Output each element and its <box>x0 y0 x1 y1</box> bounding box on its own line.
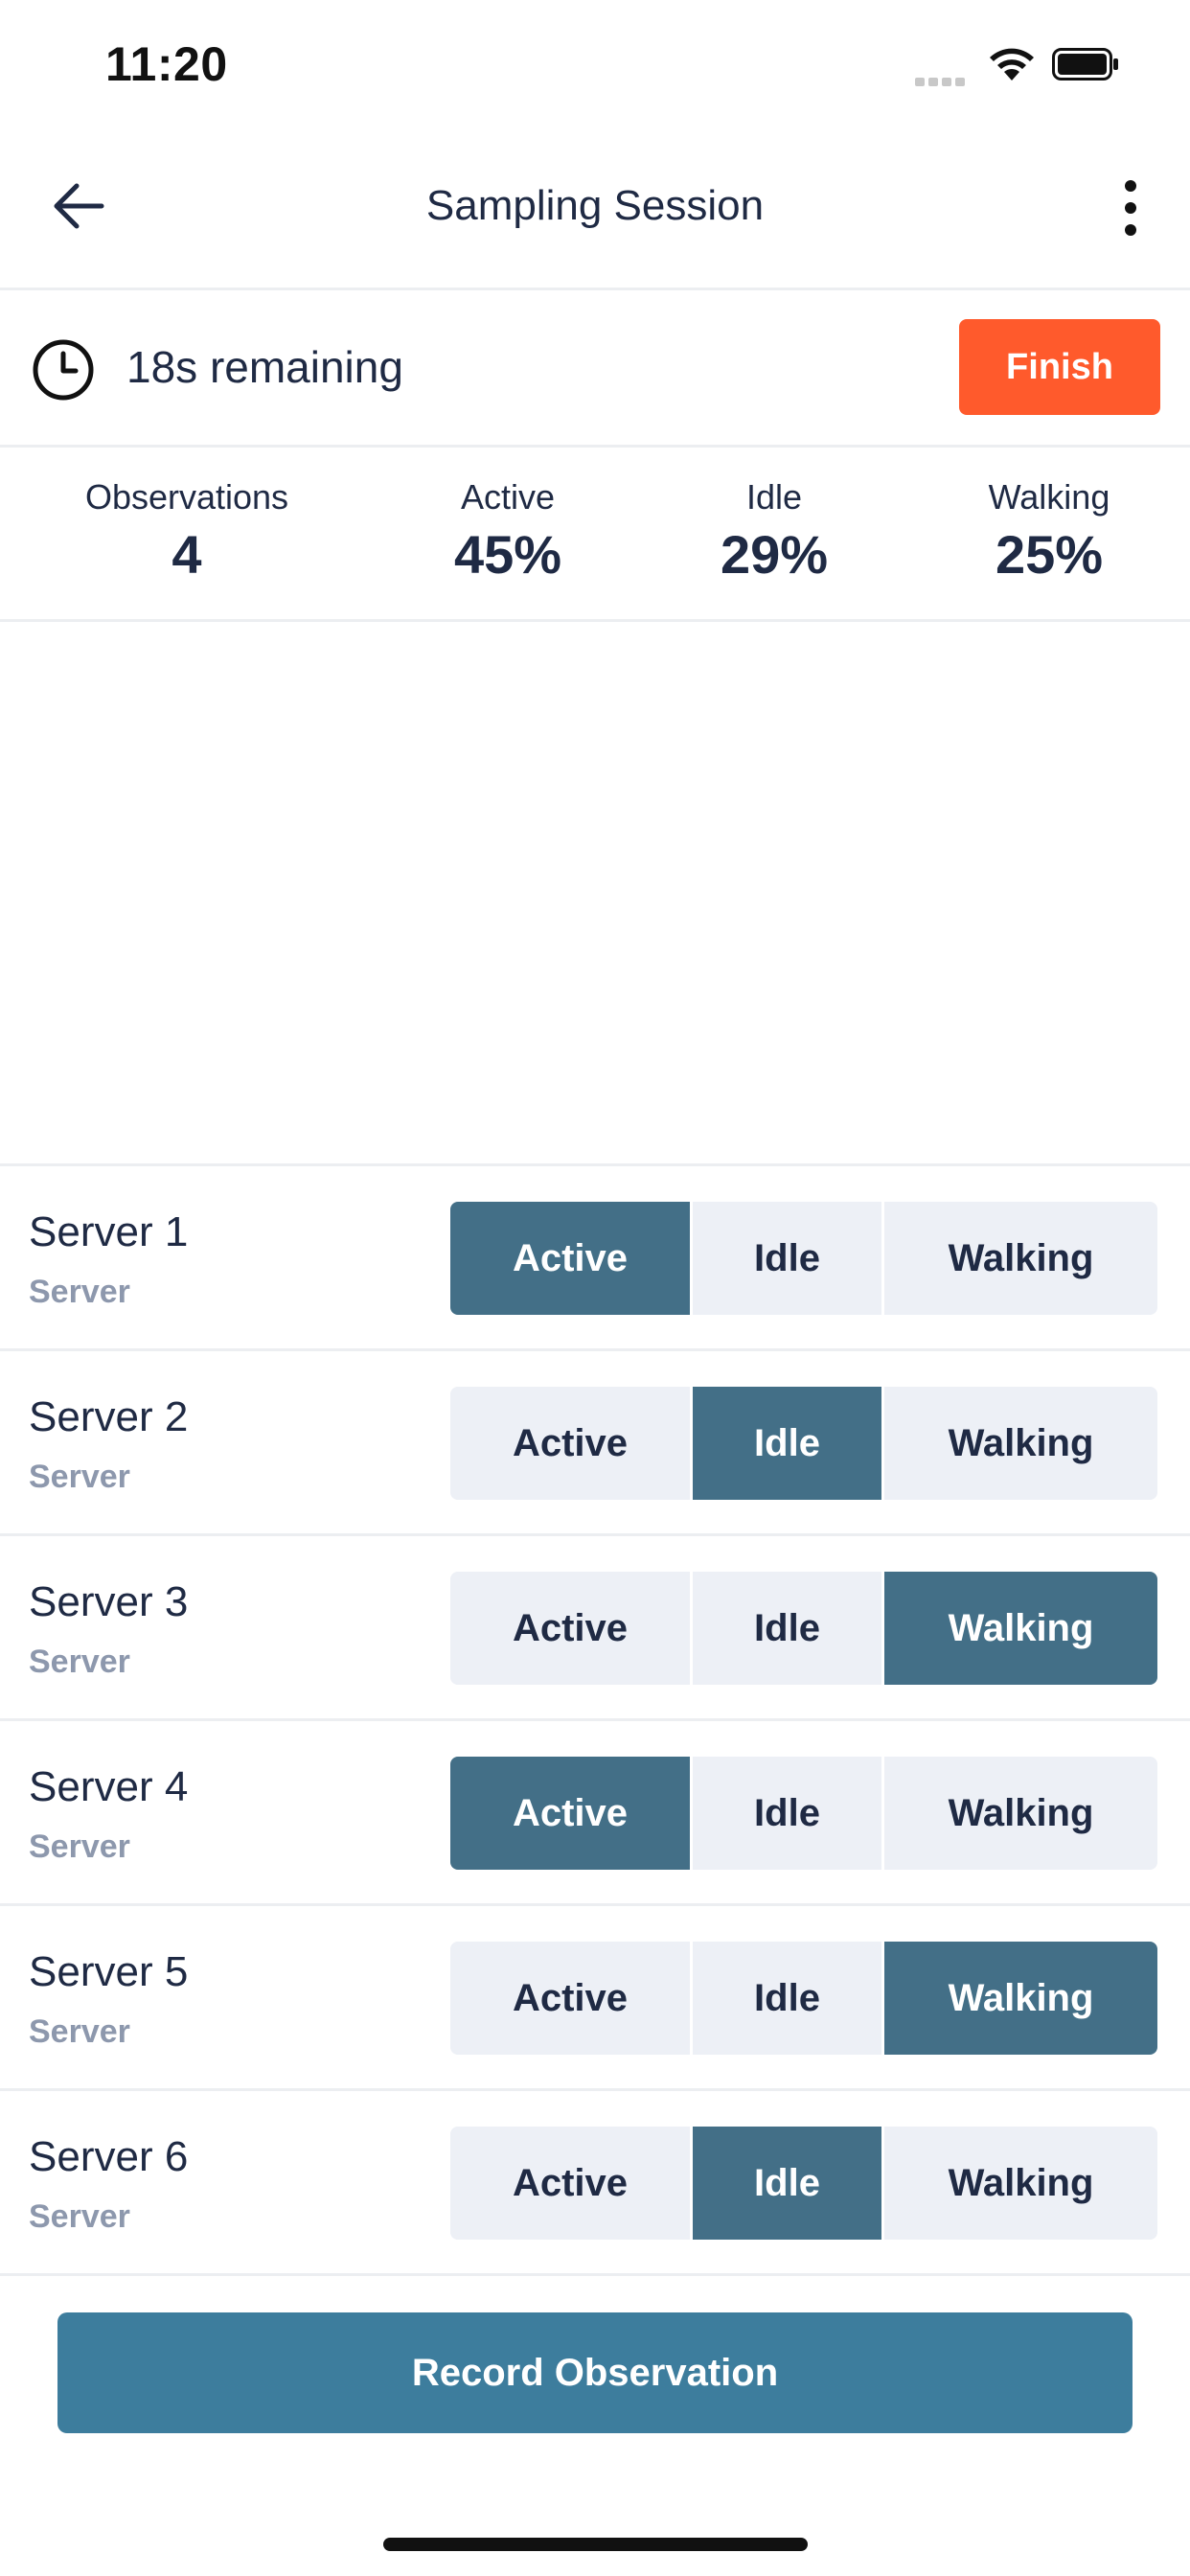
server-name: Server 6 <box>29 2133 189 2180</box>
status-segmented-control: Active Idle Walking <box>450 1202 1157 1315</box>
stat-walking: Walking 25% <box>944 477 1155 586</box>
segment-idle-button[interactable]: Idle <box>693 1387 884 1500</box>
segment-walking-button[interactable]: Walking <box>884 1942 1157 2055</box>
segment-walking-button[interactable]: Walking <box>884 1572 1157 1685</box>
status-segmented-control: Active Idle Walking <box>450 1387 1157 1500</box>
segment-walking-button[interactable]: Walking <box>884 1387 1157 1500</box>
segment-active-button[interactable]: Active <box>450 2127 693 2240</box>
stat-label: Observations <box>84 477 289 517</box>
server-type: Server <box>29 1274 130 1310</box>
server-type: Server <box>29 2198 130 2235</box>
server-row: Server 5 Server Active Idle Walking <box>0 1903 1190 2088</box>
stat-value: 25% <box>995 524 1104 585</box>
status-time: 11:20 <box>105 37 228 91</box>
battery-icon <box>1052 48 1118 80</box>
server-row: Server 4 Server Active Idle Walking <box>0 1718 1190 1903</box>
finish-button[interactable]: Finish <box>959 319 1160 415</box>
server-row: Server 6 Server Active Idle Walking <box>0 2088 1190 2276</box>
server-name: Server 5 <box>29 1948 189 1995</box>
time-remaining: 18s remaining <box>126 342 403 392</box>
segment-walking-button[interactable]: Walking <box>884 2127 1157 2240</box>
stat-observations: Observations 4 <box>43 477 331 586</box>
stat-value: 4 <box>172 524 202 585</box>
stat-value: 29% <box>720 524 829 585</box>
stat-label: Walking <box>988 477 1110 517</box>
stat-value: 45% <box>453 524 562 585</box>
segment-walking-button[interactable]: Walking <box>884 1202 1157 1315</box>
page-title: Sampling Session <box>425 182 765 229</box>
stat-label: Active <box>460 477 556 517</box>
status-segmented-control: Active Idle Walking <box>450 2127 1157 2240</box>
server-name: Server 4 <box>29 1763 189 1810</box>
segment-active-button[interactable]: Active <box>450 1202 693 1315</box>
status-segmented-control: Active Idle Walking <box>450 1572 1157 1685</box>
stat-label: Idle <box>745 477 803 517</box>
server-row: Server 2 Server Active Idle Walking <box>0 1348 1190 1533</box>
segment-idle-button[interactable]: Idle <box>693 2127 884 2240</box>
segment-walking-button[interactable]: Walking <box>884 1757 1157 1870</box>
server-list: Server 1 Server Active Idle Walking Server 2S… <box>0 1163 1190 2276</box>
cellular-signal-icon <box>915 69 969 86</box>
server-type: Server <box>29 2013 130 2050</box>
segment-active-button[interactable]: Active <box>450 1387 693 1500</box>
server-name: Server 3 <box>29 1578 189 1625</box>
wifi-icon <box>990 48 1034 80</box>
server-type: Server <box>29 1644 130 1680</box>
segment-active-button[interactable]: Active <box>450 1757 693 1870</box>
status-segmented-control: Active Idle Walking <box>450 1757 1157 1870</box>
server-row: Server 3 Server Active Idle Walking <box>0 1533 1190 1718</box>
segment-idle-button[interactable]: Idle <box>693 1757 884 1870</box>
server-name: Server 2 <box>29 1393 189 1440</box>
segment-idle-button[interactable]: Idle <box>693 1942 884 2055</box>
segment-active-button[interactable]: Active <box>450 1572 693 1685</box>
status-segmented-control: Active Idle Walking <box>450 1942 1157 2055</box>
clock-icon <box>33 339 94 401</box>
record-observation-button[interactable]: Record Observation <box>57 2312 1133 2433</box>
server-type: Server <box>29 1828 130 1865</box>
segment-idle-button[interactable]: Idle <box>693 1572 884 1685</box>
server-name: Server 1 <box>29 1208 189 1255</box>
vertical-dots-icon[interactable] <box>1111 177 1150 239</box>
server-type: Server <box>29 1459 130 1495</box>
stat-idle: Idle 29% <box>669 477 880 586</box>
segment-active-button[interactable]: Active <box>450 1942 693 2055</box>
segment-idle-button[interactable]: Idle <box>693 1202 884 1315</box>
home-indicator <box>383 2538 808 2551</box>
stat-active: Active 45% <box>402 477 613 586</box>
server-row: Server 1 Server Active Idle Walking <box>0 1163 1190 1348</box>
